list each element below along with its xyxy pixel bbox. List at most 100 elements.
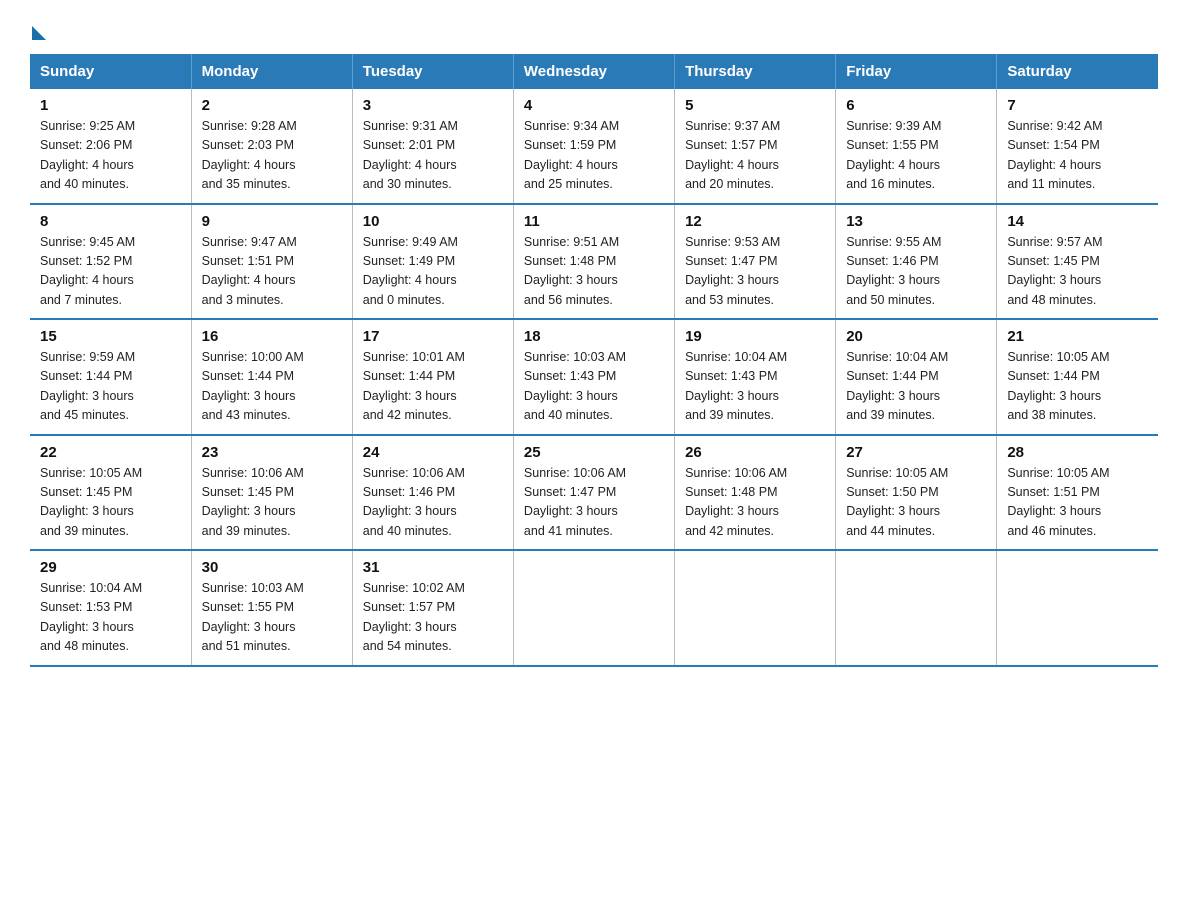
day-number: 28 <box>1007 444 1148 461</box>
day-number: 2 <box>202 97 342 114</box>
logo <box>30 20 46 36</box>
day-number: 30 <box>202 559 342 576</box>
calendar-cell: 23Sunrise: 10:06 AMSunset: 1:45 PMDaylig… <box>191 435 352 551</box>
day-number: 10 <box>363 213 503 230</box>
week-row-4: 22Sunrise: 10:05 AMSunset: 1:45 PMDaylig… <box>30 435 1158 551</box>
week-row-3: 15 Sunrise: 9:59 AMSunset: 1:44 PMDayligh… <box>30 319 1158 435</box>
calendar-cell: 13 Sunrise: 9:55 AMSunset: 1:46 PMDayligh… <box>836 204 997 320</box>
day-info: Sunrise: 10:06 AMSunset: 1:46 PMDaylight… <box>363 464 503 542</box>
calendar-cell: 1 Sunrise: 9:25 AMSunset: 2:06 PMDaylight… <box>30 89 191 204</box>
day-info: Sunrise: 10:05 AMSunset: 1:51 PMDaylight… <box>1007 464 1148 542</box>
day-info: Sunrise: 9:55 AMSunset: 1:46 PMDaylight:… <box>846 233 986 311</box>
day-info: Sunrise: 10:00 AMSunset: 1:44 PMDaylight… <box>202 348 342 426</box>
calendar-cell: 29Sunrise: 10:04 AMSunset: 1:53 PMDaylig… <box>30 550 191 666</box>
day-info: Sunrise: 9:34 AMSunset: 1:59 PMDaylight:… <box>524 117 664 195</box>
day-info: Sunrise: 9:47 AMSunset: 1:51 PMDaylight:… <box>202 233 342 311</box>
day-number: 17 <box>363 328 503 345</box>
calendar-cell <box>997 550 1158 666</box>
day-info: Sunrise: 9:57 AMSunset: 1:45 PMDaylight:… <box>1007 233 1148 311</box>
calendar-cell: 4 Sunrise: 9:34 AMSunset: 1:59 PMDaylight… <box>513 89 674 204</box>
day-number: 24 <box>363 444 503 461</box>
calendar-cell: 16 Sunrise: 10:00 AMSunset: 1:44 PMDaylig… <box>191 319 352 435</box>
page-header <box>30 20 1158 36</box>
day-number: 26 <box>685 444 825 461</box>
day-info: Sunrise: 10:05 AMSunset: 1:44 PMDaylight… <box>1007 348 1148 426</box>
calendar-cell: 31 Sunrise: 10:02 AMSunset: 1:57 PMDaylig… <box>352 550 513 666</box>
calendar-cell: 27 Sunrise: 10:05 AMSunset: 1:50 PMDaylig… <box>836 435 997 551</box>
calendar-cell: 24 Sunrise: 10:06 AMSunset: 1:46 PMDaylig… <box>352 435 513 551</box>
calendar-cell: 25 Sunrise: 10:06 AMSunset: 1:47 PMDaylig… <box>513 435 674 551</box>
day-number: 31 <box>363 559 503 576</box>
calendar-cell: 9 Sunrise: 9:47 AMSunset: 1:51 PMDaylight… <box>191 204 352 320</box>
calendar-cell: 28 Sunrise: 10:05 AMSunset: 1:51 PMDaylig… <box>997 435 1158 551</box>
day-number: 4 <box>524 97 664 114</box>
calendar-cell: 6Sunrise: 9:39 AMSunset: 1:55 PMDaylight… <box>836 89 997 204</box>
day-number: 19 <box>685 328 825 345</box>
day-info: Sunrise: 9:25 AMSunset: 2:06 PMDaylight:… <box>40 117 181 195</box>
col-header-monday: Monday <box>191 54 352 89</box>
calendar-cell: 15 Sunrise: 9:59 AMSunset: 1:44 PMDayligh… <box>30 319 191 435</box>
col-header-friday: Friday <box>836 54 997 89</box>
day-info: Sunrise: 10:02 AMSunset: 1:57 PMDaylight… <box>363 579 503 657</box>
col-header-saturday: Saturday <box>997 54 1158 89</box>
day-info: Sunrise: 10:04 AMSunset: 1:43 PMDaylight… <box>685 348 825 426</box>
day-number: 14 <box>1007 213 1148 230</box>
day-info: Sunrise: 10:05 AMSunset: 1:50 PMDaylight… <box>846 464 986 542</box>
day-number: 29 <box>40 559 181 576</box>
day-number: 8 <box>40 213 181 230</box>
calendar-cell: 17 Sunrise: 10:01 AMSunset: 1:44 PMDaylig… <box>352 319 513 435</box>
calendar-table: SundayMondayTuesdayWednesdayThursdayFrid… <box>30 54 1158 667</box>
day-number: 3 <box>363 97 503 114</box>
day-number: 15 <box>40 328 181 345</box>
day-info: Sunrise: 10:01 AMSunset: 1:44 PMDaylight… <box>363 348 503 426</box>
calendar-cell <box>836 550 997 666</box>
calendar-cell <box>675 550 836 666</box>
day-info: Sunrise: 9:42 AMSunset: 1:54 PMDaylight:… <box>1007 117 1148 195</box>
day-info: Sunrise: 9:59 AMSunset: 1:44 PMDaylight:… <box>40 348 181 426</box>
calendar-cell: 7 Sunrise: 9:42 AMSunset: 1:54 PMDaylight… <box>997 89 1158 204</box>
day-info: Sunrise: 9:53 AMSunset: 1:47 PMDaylight:… <box>685 233 825 311</box>
day-number: 25 <box>524 444 664 461</box>
col-header-tuesday: Tuesday <box>352 54 513 89</box>
col-header-thursday: Thursday <box>675 54 836 89</box>
day-number: 9 <box>202 213 342 230</box>
col-header-sunday: Sunday <box>30 54 191 89</box>
day-number: 18 <box>524 328 664 345</box>
day-info: Sunrise: 10:06 AMSunset: 1:47 PMDaylight… <box>524 464 664 542</box>
day-number: 21 <box>1007 328 1148 345</box>
day-info: Sunrise: 9:45 AMSunset: 1:52 PMDaylight:… <box>40 233 181 311</box>
calendar-cell: 5 Sunrise: 9:37 AMSunset: 1:57 PMDaylight… <box>675 89 836 204</box>
day-info: Sunrise: 10:06 AMSunset: 1:45 PMDaylight… <box>202 464 342 542</box>
col-header-wednesday: Wednesday <box>513 54 674 89</box>
week-row-1: 1 Sunrise: 9:25 AMSunset: 2:06 PMDaylight… <box>30 89 1158 204</box>
calendar-cell: 30 Sunrise: 10:03 AMSunset: 1:55 PMDaylig… <box>191 550 352 666</box>
logo-arrow-icon <box>32 26 46 40</box>
day-info: Sunrise: 9:51 AMSunset: 1:48 PMDaylight:… <box>524 233 664 311</box>
day-number: 11 <box>524 213 664 230</box>
day-number: 7 <box>1007 97 1148 114</box>
day-number: 20 <box>846 328 986 345</box>
calendar-cell: 10 Sunrise: 9:49 AMSunset: 1:49 PMDayligh… <box>352 204 513 320</box>
week-row-5: 29Sunrise: 10:04 AMSunset: 1:53 PMDaylig… <box>30 550 1158 666</box>
calendar-cell: 14 Sunrise: 9:57 AMSunset: 1:45 PMDayligh… <box>997 204 1158 320</box>
day-info: Sunrise: 10:03 AMSunset: 1:55 PMDaylight… <box>202 579 342 657</box>
day-info: Sunrise: 9:49 AMSunset: 1:49 PMDaylight:… <box>363 233 503 311</box>
day-info: Sunrise: 10:03 AMSunset: 1:43 PMDaylight… <box>524 348 664 426</box>
calendar-cell: 2 Sunrise: 9:28 AMSunset: 2:03 PMDaylight… <box>191 89 352 204</box>
calendar-cell: 18 Sunrise: 10:03 AMSunset: 1:43 PMDaylig… <box>513 319 674 435</box>
day-number: 13 <box>846 213 986 230</box>
day-info: Sunrise: 9:28 AMSunset: 2:03 PMDaylight:… <box>202 117 342 195</box>
day-number: 1 <box>40 97 181 114</box>
day-number: 6 <box>846 97 986 114</box>
day-number: 5 <box>685 97 825 114</box>
day-info: Sunrise: 9:31 AMSunset: 2:01 PMDaylight:… <box>363 117 503 195</box>
calendar-cell: 3 Sunrise: 9:31 AMSunset: 2:01 PMDaylight… <box>352 89 513 204</box>
calendar-cell: 8 Sunrise: 9:45 AMSunset: 1:52 PMDaylight… <box>30 204 191 320</box>
calendar-cell: 22Sunrise: 10:05 AMSunset: 1:45 PMDaylig… <box>30 435 191 551</box>
calendar-cell: 19 Sunrise: 10:04 AMSunset: 1:43 PMDaylig… <box>675 319 836 435</box>
day-info: Sunrise: 10:06 AMSunset: 1:48 PMDaylight… <box>685 464 825 542</box>
day-info: Sunrise: 9:37 AMSunset: 1:57 PMDaylight:… <box>685 117 825 195</box>
day-number: 27 <box>846 444 986 461</box>
day-info: Sunrise: 10:05 AMSunset: 1:45 PMDaylight… <box>40 464 181 542</box>
day-number: 16 <box>202 328 342 345</box>
